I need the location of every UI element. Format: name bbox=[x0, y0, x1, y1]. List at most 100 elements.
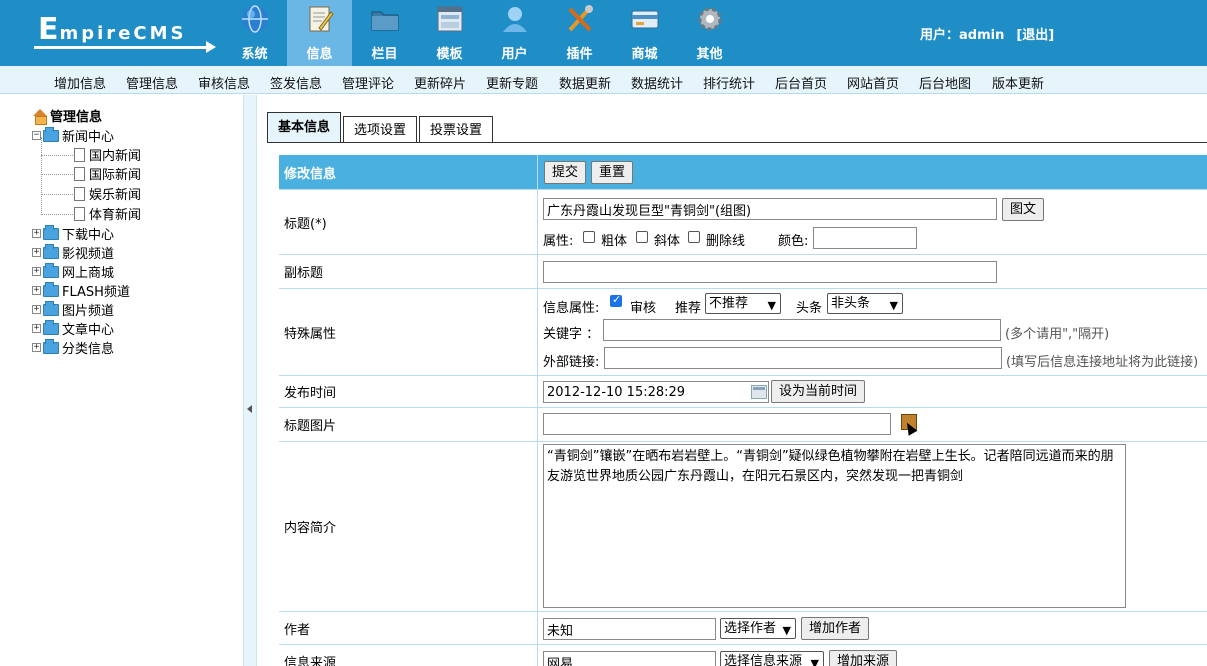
subnav-update-fragments[interactable]: 更新碎片 bbox=[414, 73, 466, 92]
subnav-sign-info[interactable]: 签发信息 bbox=[270, 73, 322, 92]
window-template-icon bbox=[437, 6, 463, 32]
reset-button[interactable]: 重置 bbox=[591, 161, 634, 184]
subnav-data-stats[interactable]: 数据统计 bbox=[631, 73, 683, 92]
publish-time-row: 发布时间 设为当前时间 bbox=[279, 376, 1207, 408]
tree-item-international-news[interactable]: 国际新闻 bbox=[74, 164, 141, 183]
subnav-site-home[interactable]: 网站首页 bbox=[847, 73, 899, 92]
title-input[interactable] bbox=[543, 198, 997, 220]
author-select[interactable]: 选择作者 ▼ bbox=[720, 618, 796, 639]
collapse-left-icon[interactable] bbox=[247, 405, 252, 413]
subnav-update-topics[interactable]: 更新专题 bbox=[486, 73, 538, 92]
title-picture-button[interactable]: 图文 bbox=[1002, 198, 1045, 221]
italic-checkbox[interactable] bbox=[636, 231, 648, 243]
subnav-data-update[interactable]: 数据更新 bbox=[559, 73, 611, 92]
chevron-down-icon: ▼ bbox=[782, 624, 791, 637]
logout-link[interactable]: [退出] bbox=[1016, 28, 1054, 43]
expand-icon[interactable]: + bbox=[32, 267, 41, 276]
top-nav-plugin[interactable]: 插件 bbox=[547, 0, 612, 66]
audit-checkbox[interactable] bbox=[610, 293, 622, 307]
expand-icon[interactable]: + bbox=[32, 324, 41, 333]
keyword-input[interactable] bbox=[603, 319, 1001, 341]
tree-item-online-shop[interactable]: + 网上商城 bbox=[32, 262, 114, 281]
publish-time-input[interactable] bbox=[543, 381, 769, 403]
subnav-admin-map[interactable]: 后台地图 bbox=[919, 73, 971, 92]
tree-item-domestic-news[interactable]: 国内新闻 bbox=[74, 145, 141, 164]
set-current-time-button[interactable]: 设为当前时间 bbox=[771, 380, 866, 403]
headline-select[interactable]: 非头条 ▼ bbox=[827, 293, 903, 314]
tree-item-classified-info[interactable]: + 分类信息 bbox=[32, 338, 114, 357]
tree-root[interactable]: 管理信息 bbox=[32, 106, 102, 125]
title-image-label: 标题图片 bbox=[279, 408, 538, 441]
external-link-hint: (填写后信息连接地址将为此链接) bbox=[1006, 355, 1199, 370]
publish-time-label: 发布时间 bbox=[279, 376, 538, 407]
attr-label: 属性: bbox=[543, 234, 574, 249]
tree-item-download-center[interactable]: + 下载中心 bbox=[32, 224, 114, 243]
author-row: 作者 选择作者▼ 增加作者 bbox=[279, 612, 1207, 645]
top-nav-template[interactable]: 模板 bbox=[417, 0, 482, 66]
expand-icon[interactable]: + bbox=[32, 343, 41, 352]
info-attr-label: 信息属性: bbox=[543, 301, 600, 316]
sidebar-splitter[interactable] bbox=[243, 95, 257, 666]
edit-note-icon bbox=[309, 6, 334, 32]
tree-item-entertainment-news[interactable]: 娱乐新闻 bbox=[74, 184, 141, 203]
subnav-audit-info[interactable]: 审核信息 bbox=[198, 73, 250, 92]
subnav-add-info[interactable]: 增加信息 bbox=[54, 73, 106, 92]
audit-label: 审核 bbox=[630, 301, 657, 316]
form-header-label: 修改信息 bbox=[279, 155, 538, 189]
tab-basic-info[interactable]: 基本信息 bbox=[267, 112, 342, 143]
subnav-manage-comments[interactable]: 管理评论 bbox=[342, 73, 394, 92]
color-input[interactable] bbox=[813, 227, 917, 249]
external-link-label: 外部链接: bbox=[543, 355, 600, 370]
folder-icon bbox=[43, 126, 59, 142]
submit-button[interactable]: 提交 bbox=[544, 161, 587, 184]
folder-icon bbox=[371, 11, 399, 31]
tree-item-flash-channel[interactable]: + FLASH频道 bbox=[32, 281, 130, 300]
top-nav-other[interactable]: 其他 bbox=[677, 0, 742, 66]
calendar-icon[interactable] bbox=[751, 385, 767, 399]
expand-icon[interactable]: + bbox=[32, 286, 41, 295]
tab-options[interactable]: 选项设置 bbox=[343, 116, 418, 143]
tree-item-news-center[interactable]: − 新闻中心 bbox=[32, 126, 114, 145]
recommend-select[interactable]: 不推荐 ▼ bbox=[705, 293, 781, 314]
title-image-input[interactable] bbox=[543, 413, 891, 435]
expand-icon[interactable]: + bbox=[32, 248, 41, 257]
add-author-button[interactable]: 增加作者 bbox=[801, 617, 870, 640]
special-attr-row: 特殊属性 信息属性: 审核 推荐 不推荐▼ 头条 非头条▼ 关键字 ： (多个请… bbox=[279, 289, 1207, 376]
subnav-manage-info[interactable]: 管理信息 bbox=[126, 73, 178, 92]
collapse-icon[interactable]: − bbox=[32, 131, 41, 140]
add-source-button[interactable]: 增加来源 bbox=[829, 650, 898, 666]
strikethrough-checkbox[interactable] bbox=[688, 231, 700, 243]
expand-icon[interactable]: + bbox=[32, 229, 41, 238]
tree-item-video-channel[interactable]: + 影视频道 bbox=[32, 243, 114, 262]
top-nav-column[interactable]: 栏目 bbox=[352, 0, 417, 66]
external-link-input[interactable] bbox=[604, 347, 1002, 369]
chevron-down-icon: ▼ bbox=[767, 299, 776, 312]
top-nav-info[interactable]: 信息 bbox=[287, 0, 352, 66]
tree-item-sports-news[interactable]: 体育新闻 bbox=[74, 204, 141, 223]
summary-textarea[interactable]: “青铜剑”镶嵌”在晒布岩岩壁上。“青铜剑”疑似绿色植物攀附在岩壁上生长。记者陪同… bbox=[543, 444, 1126, 608]
special-attr-label: 特殊属性 bbox=[279, 289, 538, 375]
user-icon bbox=[503, 7, 527, 32]
source-select[interactable]: 选择信息来源 ▼ bbox=[720, 651, 824, 666]
expand-icon[interactable]: + bbox=[32, 305, 41, 314]
tree-item-article-center[interactable]: + 文章中心 bbox=[32, 319, 114, 338]
title-label: 标题(*) bbox=[279, 190, 538, 254]
source-input[interactable] bbox=[543, 651, 716, 666]
bold-checkbox[interactable] bbox=[583, 231, 595, 243]
tab-vote-settings[interactable]: 投票设置 bbox=[419, 116, 494, 143]
top-nav-shop[interactable]: 商城 bbox=[612, 0, 677, 66]
author-input[interactable] bbox=[543, 618, 716, 640]
globe-icon bbox=[242, 5, 268, 33]
subnav-version-update[interactable]: 版本更新 bbox=[992, 73, 1044, 92]
top-nav-user[interactable]: 用户 bbox=[482, 0, 547, 66]
summary-label: 内容简介 bbox=[279, 442, 538, 611]
subtitle-row: 副标题 bbox=[279, 255, 1207, 289]
subnav-rank-stats[interactable]: 排行统计 bbox=[703, 73, 755, 92]
folder-icon bbox=[43, 262, 59, 278]
top-nav-system[interactable]: 系统 bbox=[222, 0, 287, 66]
subtitle-input[interactable] bbox=[543, 261, 997, 283]
strikethrough-label: 删除线 bbox=[706, 234, 746, 249]
folder-icon bbox=[43, 281, 59, 297]
subnav-admin-home[interactable]: 后台首页 bbox=[775, 73, 827, 92]
tree-item-picture-channel[interactable]: + 图片频道 bbox=[32, 300, 114, 319]
